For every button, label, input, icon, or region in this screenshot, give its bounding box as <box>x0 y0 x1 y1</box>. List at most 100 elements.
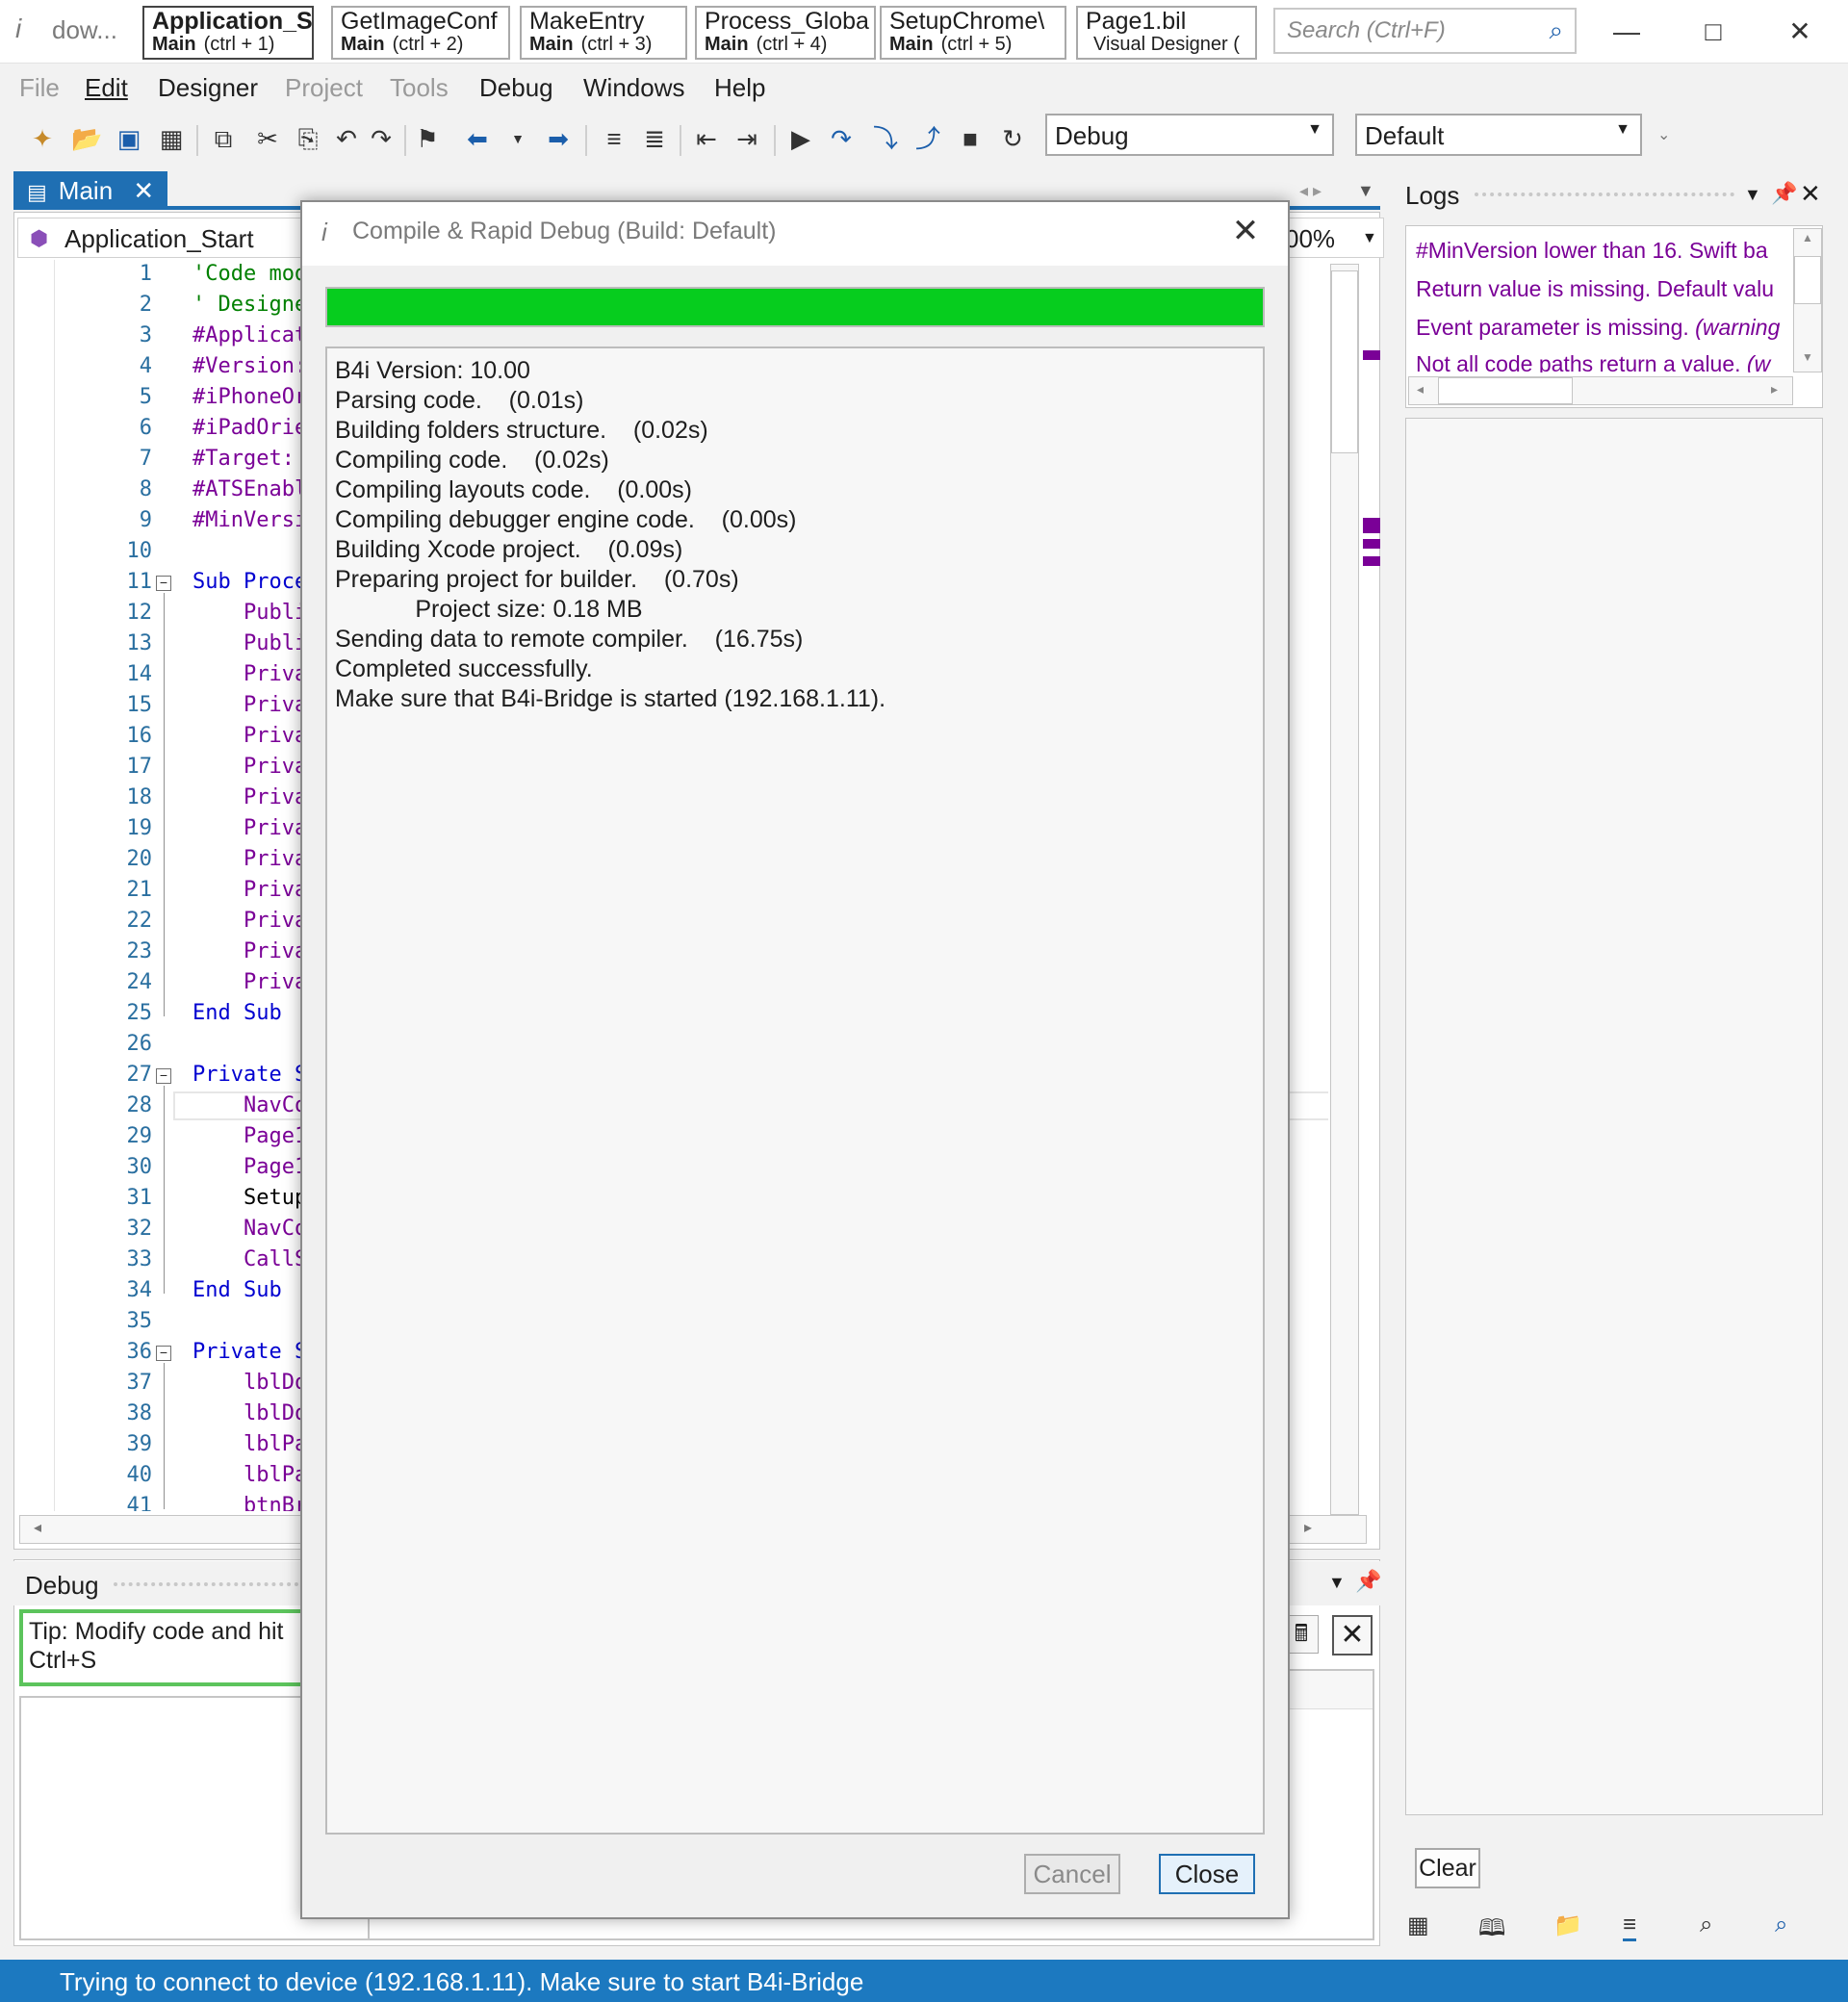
scroll-left-icon[interactable]: ◂ <box>1417 381 1424 398</box>
minimize-button[interactable]: — <box>1598 10 1656 54</box>
undo-icon[interactable]: ↶ <box>331 121 362 156</box>
menu-designer[interactable]: Designer <box>158 73 258 103</box>
menu-windows[interactable]: Windows <box>583 73 684 103</box>
log-warning-text: Not all code paths return a value. <box>1416 351 1747 372</box>
warning-marker[interactable] <box>1363 518 1380 533</box>
close-button[interactable]: Close <box>1159 1854 1255 1894</box>
navigate-back-icon[interactable]: ⬅ <box>462 121 493 156</box>
chevron-down-icon[interactable]: ▼ <box>1357 181 1374 201</box>
tab-scroll-icons[interactable]: ◂ ▸ <box>1299 181 1322 201</box>
chevron-down-icon[interactable]: ▼ <box>1328 1573 1346 1593</box>
indent-block-icon[interactable]: ⇥ <box>732 121 762 156</box>
cut-icon[interactable]: ✂ <box>252 121 283 156</box>
scroll-up-icon[interactable]: ▲ <box>1802 231 1813 244</box>
scroll-right-icon[interactable]: ▸ <box>1771 381 1778 398</box>
search-input[interactable]: Search (Ctrl+F) ⌕ <box>1273 8 1577 54</box>
search-icon[interactable]: ⌕ <box>1549 15 1563 46</box>
doc-tab[interactable]: Page1.bil Visual Designer ( <box>1076 6 1257 60</box>
warning-marker[interactable] <box>1363 556 1380 566</box>
close-window-button[interactable]: ✕ <box>1771 10 1829 54</box>
dialog-close-icon[interactable]: ✕ <box>1226 212 1265 250</box>
doc-tab[interactable]: GetImageConf Main (ctrl + 2) <box>331 6 510 60</box>
vertical-scrollbar[interactable] <box>1330 264 1359 1515</box>
fold-toggle-icon[interactable]: − <box>156 1346 171 1361</box>
log-warning-tag: (warning <box>1695 315 1781 340</box>
save-icon[interactable]: ▣ <box>114 121 144 156</box>
log-warning[interactable]: Return value is missing. Default valu <box>1416 276 1791 302</box>
build-config-select[interactable]: Debug ▼ <box>1045 114 1334 156</box>
menu-edit[interactable]: Edit <box>85 73 128 103</box>
library-icon[interactable]: 🕮 <box>1478 1912 1505 1951</box>
scroll-right-icon[interactable]: ▸ <box>1304 1518 1312 1537</box>
step-out-icon[interactable]: ⤴ <box>912 121 943 156</box>
scrollbar-thumb[interactable] <box>1794 256 1821 304</box>
fold-toggle-icon[interactable]: − <box>156 1068 171 1084</box>
navigate-forward-icon[interactable]: ➡ <box>543 121 574 156</box>
restart-icon[interactable]: ↻ <box>997 121 1028 156</box>
line-number: 6 <box>139 416 152 440</box>
open-folder-icon[interactable]: 📂 <box>71 121 102 156</box>
run-icon[interactable]: ▶ <box>785 121 816 156</box>
new-file-icon[interactable]: ✦ <box>27 121 58 156</box>
menu-debug[interactable]: Debug <box>479 73 553 103</box>
indent-icon[interactable]: ≡ <box>599 121 629 156</box>
vertical-scrollbar[interactable]: ▲ ▼ <box>1793 228 1822 372</box>
toolbar-overflow-icon[interactable]: ⌄ <box>1657 125 1670 144</box>
outdent-block-icon[interactable]: ⇤ <box>691 121 722 156</box>
module-icon: ▤ <box>27 180 47 204</box>
code-line[interactable]: End Sub <box>192 1001 282 1025</box>
cancel-button[interactable]: Cancel <box>1024 1854 1120 1894</box>
logs-output[interactable] <box>1405 418 1823 1815</box>
doc-tab[interactable]: Process_Globa Main (ctrl + 4) <box>695 6 876 60</box>
maximize-button[interactable]: □ <box>1684 10 1742 54</box>
menu-help[interactable]: Help <box>714 73 765 103</box>
menu-tools[interactable]: Tools <box>390 73 449 103</box>
doc-tab[interactable]: Application_S Main (ctrl + 1) <box>142 6 314 60</box>
scroll-left-icon[interactable]: ◂ <box>34 1518 41 1537</box>
save-all-icon[interactable]: ▦ <box>156 121 187 156</box>
log-warning[interactable]: #MinVersion lower than 16. Swift ba <box>1416 238 1791 264</box>
paste-icon[interactable]: ⎘ <box>293 121 323 156</box>
log-warning[interactable]: Event parameter is missing. (warning <box>1416 315 1791 341</box>
scroll-down-icon[interactable]: ▼ <box>1802 350 1813 364</box>
doc-tab[interactable]: SetupChrome\ Main (ctrl + 5) <box>880 6 1066 60</box>
pin-icon[interactable]: 📌 <box>1771 181 1797 206</box>
scrollbar-thumb[interactable] <box>1331 270 1358 453</box>
panel-grip[interactable] <box>114 1582 306 1586</box>
zoom-level[interactable]: 00% <box>1285 224 1335 254</box>
horizontal-scrollbar[interactable]: ◂ ▸ <box>1408 376 1793 405</box>
warning-marker[interactable] <box>1363 350 1380 360</box>
files-icon[interactable]: 📁 <box>1553 1912 1582 1939</box>
build-profile-select[interactable]: Default ▼ <box>1355 114 1642 156</box>
logs-tab-icon[interactable]: ≡ <box>1623 1912 1637 1941</box>
find-references-icon[interactable]: ⌕ <box>1775 1912 1787 1938</box>
close-panel-icon[interactable]: ✕ <box>1800 179 1821 209</box>
warning-marker[interactable] <box>1363 539 1380 549</box>
doc-tab[interactable]: MakeEntry Main (ctrl + 3) <box>520 6 687 60</box>
step-into-icon[interactable]: ⤵ <box>870 121 901 156</box>
stop-icon[interactable]: ■ <box>955 121 986 156</box>
log-warning[interactable]: Not all code paths return a value. (w <box>1416 351 1791 372</box>
close-tab-icon[interactable]: ✕ <box>133 176 154 205</box>
compile-log[interactable]: B4i Version: 10.00 Parsing code. (0.01s) B… <box>325 346 1265 1835</box>
clear-logs-button[interactable]: Clear <box>1415 1848 1480 1888</box>
menu-file[interactable]: File <box>19 73 60 103</box>
comment-icon[interactable]: ≣ <box>639 121 670 156</box>
panel-grip[interactable] <box>1475 192 1734 196</box>
bookmark-icon[interactable]: ⚑ <box>412 121 443 156</box>
scrollbar-thumb[interactable] <box>1438 377 1573 404</box>
redo-icon[interactable]: ↷ <box>366 121 397 156</box>
step-over-icon[interactable]: ↷ <box>826 121 857 156</box>
tab-main[interactable]: ▤ Main ✕ <box>13 171 167 210</box>
code-line[interactable]: End Sub <box>192 1278 282 1302</box>
modules-icon[interactable]: ▦ <box>1407 1912 1429 1939</box>
chevron-down-icon[interactable]: ▼ <box>1744 185 1761 205</box>
fold-toggle-icon[interactable]: − <box>156 576 171 591</box>
find-icon[interactable]: ⌕ <box>1700 1912 1712 1938</box>
logs-warning-list[interactable]: #MinVersion lower than 16. Swift ba Retu… <box>1405 225 1823 408</box>
chevron-down-icon[interactable]: ▼ <box>502 121 533 156</box>
menu-project[interactable]: Project <box>285 73 363 103</box>
clear-debug-icon[interactable]: ✕ <box>1332 1615 1373 1656</box>
copy-icon[interactable]: ⧉ <box>208 121 239 156</box>
pin-icon[interactable]: 📌 <box>1355 1569 1381 1594</box>
